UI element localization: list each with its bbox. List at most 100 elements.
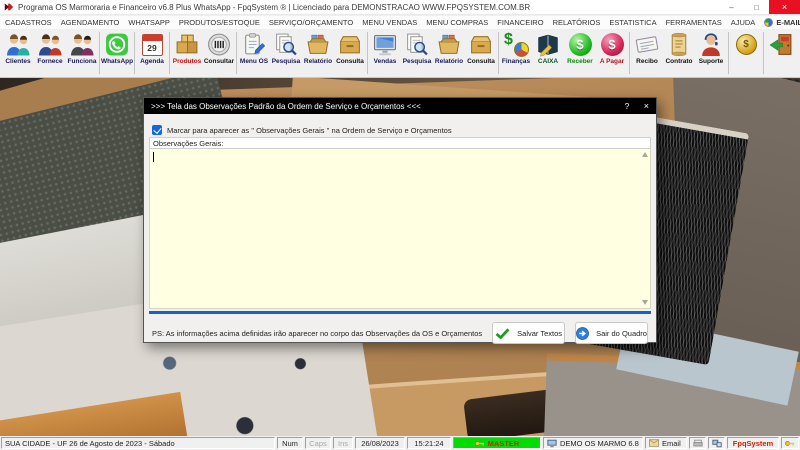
toolbar-separator [99, 32, 100, 74]
toolbar-button-moeda[interactable] [730, 30, 762, 76]
menu-item-servico-orcamento[interactable]: SERVIÇO/ORÇAMENTO [269, 18, 353, 27]
receive-dollar-icon [566, 31, 594, 58]
arrow-right-circle-icon [576, 327, 589, 340]
menu-item-agendamento[interactable]: AGENDAMENTO [61, 18, 120, 27]
app-window: Programa OS Marmoraria e Financeiro v6.8… [0, 0, 800, 450]
toolbar-button-vendas[interactable]: Vendas [369, 30, 401, 76]
toolbar-button-consulta-os[interactable]: Consulta [334, 30, 366, 76]
dialog-body: Marcar para aparecer as '' Observações G… [144, 114, 656, 344]
toolbar-button-consulta-vendas[interactable]: Consulta [465, 30, 497, 76]
menu-item-estatistica[interactable]: ESTATISTICA [609, 18, 656, 27]
toolbar-button-caixa[interactable]: CAIXA [532, 30, 564, 76]
scroll-up-icon[interactable] [642, 152, 648, 157]
search-docs-icon [403, 31, 431, 58]
observations-dialog: >>> Tela das Observações Padrão da Ordem… [143, 97, 657, 343]
status-email[interactable]: Email [645, 437, 687, 449]
toolbar-button-whatsapp[interactable]: WhatsApp [101, 30, 133, 76]
status-brand: FpqSystem [727, 437, 779, 449]
search-docs-icon [272, 31, 300, 58]
drawer-icon [467, 31, 495, 58]
toolbar-separator [236, 32, 237, 74]
toolbar-button-financas[interactable]: Finanças [500, 30, 532, 76]
status-ins: Ins [333, 437, 353, 449]
cashbook-icon [534, 31, 562, 58]
app-logo-icon [4, 2, 14, 12]
window-titlebar[interactable]: Programa OS Marmoraria e Financeiro v6.8… [0, 0, 800, 15]
save-texts-button[interactable]: Salvar Textos [492, 322, 565, 344]
textarea-scrollbar[interactable] [639, 149, 650, 308]
dialog-close-button[interactable]: × [635, 101, 649, 111]
status-user-name: MASTER [488, 439, 520, 448]
status-key[interactable] [781, 437, 799, 449]
work-order-clipboard-icon [240, 31, 268, 58]
toolbar-button-consultar[interactable]: Consultar [203, 30, 235, 76]
menu-item-menu-compras[interactable]: MENU COMPRAS [426, 18, 488, 27]
status-caps: Caps [305, 437, 331, 449]
minimize-button[interactable]: – [719, 0, 744, 14]
toolbar-button-contrato[interactable]: Contrato [663, 30, 695, 76]
menu-item-relatorios[interactable]: RELATÓRIOS [553, 18, 601, 27]
dialog-title: >>> Tela das Observações Padrão da Ordem… [151, 102, 421, 111]
drawer-icon [336, 31, 364, 58]
toolbar-button-menu-os[interactable]: Menu OS [238, 30, 270, 76]
menu-item-financeiro[interactable]: FINANCEIRO [497, 18, 543, 27]
window-controls: – □ × [719, 0, 800, 14]
scroll-down-icon[interactable] [642, 300, 648, 305]
status-user: MASTER [453, 437, 541, 449]
status-network[interactable] [708, 437, 725, 449]
toolbar-button-receber[interactable]: Receber [564, 30, 596, 76]
toolbar-button-fornecedores[interactable]: Fornece [34, 30, 66, 76]
save-texts-label: Salvar Textos [517, 329, 562, 338]
menu-item-menu-vendas[interactable]: MENU VENDAS [362, 18, 417, 27]
toolbar-button-funcionarios[interactable]: Funciona [66, 30, 98, 76]
toolbar-button-relatorio-os[interactable]: Relatório [302, 30, 334, 76]
exit-frame-button[interactable]: Sair do Quadro [575, 322, 648, 344]
general-observations-checkbox[interactable] [152, 125, 162, 135]
toolbar-button-a-pagar[interactable]: A Pagar [596, 30, 628, 76]
toolbar: Clientes Fornece Funciona WhatsApp 29 Ag… [0, 29, 800, 78]
status-email-label: Email [662, 439, 681, 448]
dialog-footer: PS: As informações acima definidas irão … [149, 322, 651, 344]
computer-icon [547, 439, 557, 448]
key-icon [785, 440, 795, 447]
toolbar-button-agenda[interactable]: 29 Agenda [136, 30, 168, 76]
maximize-button[interactable]: □ [744, 0, 769, 14]
calendar-icon: 29 [138, 31, 166, 58]
barcode-icon [205, 31, 233, 58]
menu-item-ajuda[interactable]: AJUDA [731, 18, 756, 27]
close-button[interactable]: × [769, 0, 800, 14]
menu-item-cadastros[interactable]: CADASTROS [5, 18, 52, 27]
desktop-background: >>> Tela das Observações Padrão da Ordem… [0, 78, 800, 436]
menu-bar: CADASTROS AGENDAMENTO WHATSAPP PRODUTOS/… [0, 16, 800, 29]
status-date: 26/08/2023 [355, 437, 405, 449]
menu-item-ferramentas[interactable]: FERRAMENTAS [666, 18, 722, 27]
window-title: Programa OS Marmoraria e Financeiro v6.8… [18, 3, 530, 12]
toolbar-separator [169, 32, 170, 74]
toolbar-separator [728, 32, 729, 74]
menu-item-email[interactable]: E-MAIL [764, 18, 800, 27]
menu-item-produtos-estoque[interactable]: PRODUTOS/ESTOQUE [179, 18, 260, 27]
status-printer[interactable] [689, 437, 706, 449]
toolbar-button-produtos[interactable]: Produtos [171, 30, 203, 76]
menu-email-label: E-MAIL [776, 18, 800, 27]
exit-frame-label: Sair do Quadro [596, 329, 647, 338]
status-time: 15:21:24 [407, 437, 451, 449]
report-box-icon [435, 31, 463, 58]
pay-dollar-icon [598, 31, 626, 58]
toolbar-button-pesquisa-os[interactable]: Pesquisa [270, 30, 302, 76]
toolbar-button-recibo[interactable]: Recibo [631, 30, 663, 76]
printer-icon [693, 439, 703, 448]
dialog-titlebar[interactable]: >>> Tela das Observações Padrão da Ordem… [144, 98, 656, 114]
finance-pie-icon [502, 31, 530, 58]
employees-icon [68, 31, 96, 58]
toolbar-button-relatorio-vendas[interactable]: Relatório [433, 30, 465, 76]
toolbar-button-suporte[interactable]: Suporte [695, 30, 727, 76]
menu-item-whatsapp[interactable]: WHATSAPP [128, 18, 170, 27]
toolbar-button-sair[interactable] [765, 30, 797, 76]
toolbar-button-clientes[interactable]: Clientes [2, 30, 34, 76]
toolbar-button-pesquisa-vendas[interactable]: Pesquisa [401, 30, 433, 76]
observations-textarea[interactable] [149, 149, 651, 309]
dialog-help-button[interactable]: ? [619, 102, 635, 111]
contract-scroll-icon [665, 31, 693, 58]
monitor-icon [371, 31, 399, 58]
